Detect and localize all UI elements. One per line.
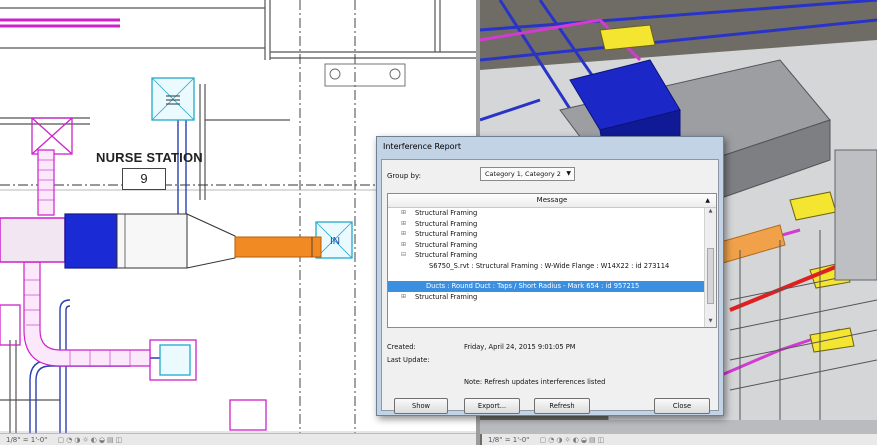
tree-rows: ⊞ Structural Framing ⊞ Structural Framin…: [388, 208, 704, 302]
tree-row-label: Structural Framing: [415, 292, 478, 301]
grid-scrollbar[interactable]: ▲ ▼: [704, 208, 716, 327]
refresh-button[interactable]: Refresh: [534, 398, 590, 414]
show-button[interactable]: Show: [394, 398, 448, 414]
expand-icon[interactable]: ⊞: [400, 209, 407, 216]
created-label: Created:: [387, 343, 416, 351]
view-control-bar-right[interactable]: 1/8" = 1'-0" ▢◔◑☼◐◒▤◫: [482, 433, 877, 445]
message-header-label: Message: [536, 196, 568, 204]
view-control-bar-left[interactable]: 1/8" = 1'-0" ▢◔◑☼◐◒▤◫: [0, 433, 476, 445]
tree-row[interactable]: ⊟ Structural Framing: [388, 250, 704, 261]
tree-child-row[interactable]: S6750_S.rvt : Structural Framing : W-Wid…: [388, 261, 704, 281]
group-by-value: Category 1, Category 2: [485, 170, 561, 178]
room-name-label: NURSE STATION: [96, 150, 203, 165]
tree-row[interactable]: ⊞ Structural Framing: [388, 240, 704, 251]
tree-row[interactable]: ⊞ Structural Framing: [388, 229, 704, 240]
tree-child-row-selected[interactable]: Ducts : Round Duct : Taps / Short Radius…: [388, 280, 704, 292]
expand-icon[interactable]: ⊞: [400, 241, 407, 248]
chevron-down-icon: ▼: [566, 170, 571, 177]
tree-row[interactable]: ⊞ Structural Framing: [388, 219, 704, 230]
scroll-thumb[interactable]: [707, 248, 714, 304]
created-value: Friday, April 24, 2015 9:01:05 PM: [464, 343, 576, 351]
tree-row-label: Structural Framing: [415, 219, 478, 228]
view-tools-icon[interactable]: ▢◔◑☼◐◒▤◫: [540, 436, 607, 444]
message-column-header[interactable]: Message ▲: [388, 194, 716, 208]
expand-icon[interactable]: ⊞: [400, 230, 407, 237]
close-button[interactable]: Close: [654, 398, 710, 414]
dialog-title: Interference Report: [383, 142, 462, 151]
tree-row-label: Ducts : Round Duct : Taps / Short Radius…: [426, 281, 640, 290]
dialog-body: Group by: Category 1, Category 2 ▼ Messa…: [381, 159, 719, 414]
group-by-label: Group by:: [387, 172, 421, 180]
last-update-label: Last Update:: [387, 356, 430, 364]
tree-row-label: S6750_S.rvt : Structural Framing : W-Wid…: [429, 261, 670, 270]
tree-row-label: Structural Framing: [415, 230, 478, 239]
tree-row[interactable]: ⊞ Structural Framing: [388, 292, 704, 303]
tree-row[interactable]: ⊞ Structural Framing: [388, 208, 704, 219]
export-button[interactable]: Export...: [464, 398, 520, 414]
tree-row-label: Structural Framing: [415, 240, 478, 249]
tree-row-label: Structural Framing: [415, 251, 478, 260]
sort-arrow-icon: ▲: [705, 197, 710, 204]
interference-report-dialog: Interference Report Group by: Category 1…: [376, 136, 724, 416]
tree-row-label: Structural Framing: [415, 209, 478, 217]
view-tools-icon[interactable]: ▢◔◑☼◐◒▤◫: [58, 436, 125, 444]
duct-tag-label: IN: [330, 236, 340, 247]
interference-tree-grid[interactable]: Message ▲ ⊞ Structural Framing ⊞ Structu…: [387, 193, 717, 328]
expand-icon[interactable]: ⊞: [400, 220, 407, 227]
room-number-tag[interactable]: 9: [122, 168, 166, 190]
group-by-dropdown[interactable]: Category 1, Category 2 ▼: [480, 167, 575, 181]
view-scale-left[interactable]: 1/8" = 1'-0": [6, 436, 47, 444]
scroll-down-icon[interactable]: ▼: [705, 318, 716, 327]
expand-icon[interactable]: ⊞: [400, 293, 407, 300]
scroll-up-icon[interactable]: ▲: [705, 208, 716, 217]
collapse-icon[interactable]: ⊟: [400, 251, 407, 258]
refresh-note: Note: Refresh updates interferences list…: [464, 378, 606, 386]
view-scale-right[interactable]: 1/8" = 1'-0": [488, 436, 529, 444]
